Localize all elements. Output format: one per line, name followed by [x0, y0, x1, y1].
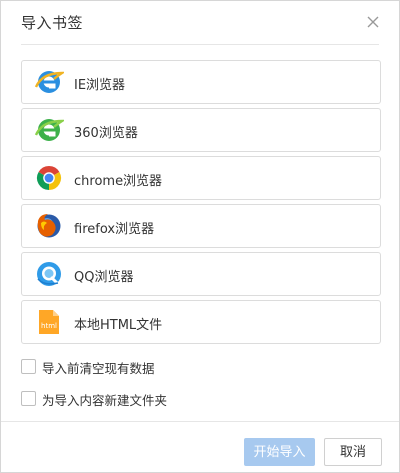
- qq-browser-icon: [34, 259, 64, 289]
- browser-item-ie[interactable]: IE浏览器: [21, 60, 381, 104]
- import-bookmarks-dialog: 导入书签 IE浏览器 360浏览器 chrome浏览器 firefox浏览器 Q…: [0, 0, 400, 473]
- svg-text:html: html: [41, 322, 57, 330]
- browser-item-360[interactable]: 360浏览器: [21, 108, 381, 152]
- browser-item-qq[interactable]: QQ浏览器: [21, 252, 381, 296]
- browser-label: QQ浏览器: [74, 270, 134, 285]
- checkbox-label: 导入前清空现有数据: [42, 361, 155, 376]
- new-folder-checkbox[interactable]: 为导入内容新建文件夹: [21, 390, 241, 408]
- header-divider: [21, 44, 379, 45]
- browser-label: firefox浏览器: [74, 222, 155, 237]
- checkbox-label: 为导入内容新建文件夹: [42, 393, 168, 408]
- start-import-button[interactable]: 开始导入: [244, 438, 315, 466]
- cancel-button[interactable]: 取消: [324, 438, 382, 466]
- html-file-icon: html: [34, 307, 64, 337]
- close-icon[interactable]: [365, 14, 381, 30]
- browser-item-chrome[interactable]: chrome浏览器: [21, 156, 381, 200]
- checkbox-box[interactable]: [21, 391, 36, 406]
- 360-browser-icon: [34, 115, 66, 145]
- browser-label: 本地HTML文件: [74, 318, 163, 333]
- browser-label: IE浏览器: [74, 78, 126, 93]
- browser-item-local-html[interactable]: html 本地HTML文件: [21, 300, 381, 344]
- footer-divider: [1, 421, 399, 422]
- browser-label: chrome浏览器: [74, 174, 163, 189]
- chrome-icon: [34, 163, 64, 193]
- clear-existing-checkbox[interactable]: 导入前清空现有数据: [21, 358, 221, 376]
- browser-item-firefox[interactable]: firefox浏览器: [21, 204, 381, 248]
- ie-icon: [34, 67, 66, 97]
- firefox-icon: [34, 211, 64, 241]
- dialog-header: 导入书签: [1, 1, 399, 45]
- checkbox-box[interactable]: [21, 359, 36, 374]
- dialog-title: 导入书签: [21, 14, 84, 32]
- browser-label: 360浏览器: [74, 126, 138, 141]
- browser-list: IE浏览器 360浏览器 chrome浏览器 firefox浏览器 QQ浏览器 …: [21, 60, 381, 348]
